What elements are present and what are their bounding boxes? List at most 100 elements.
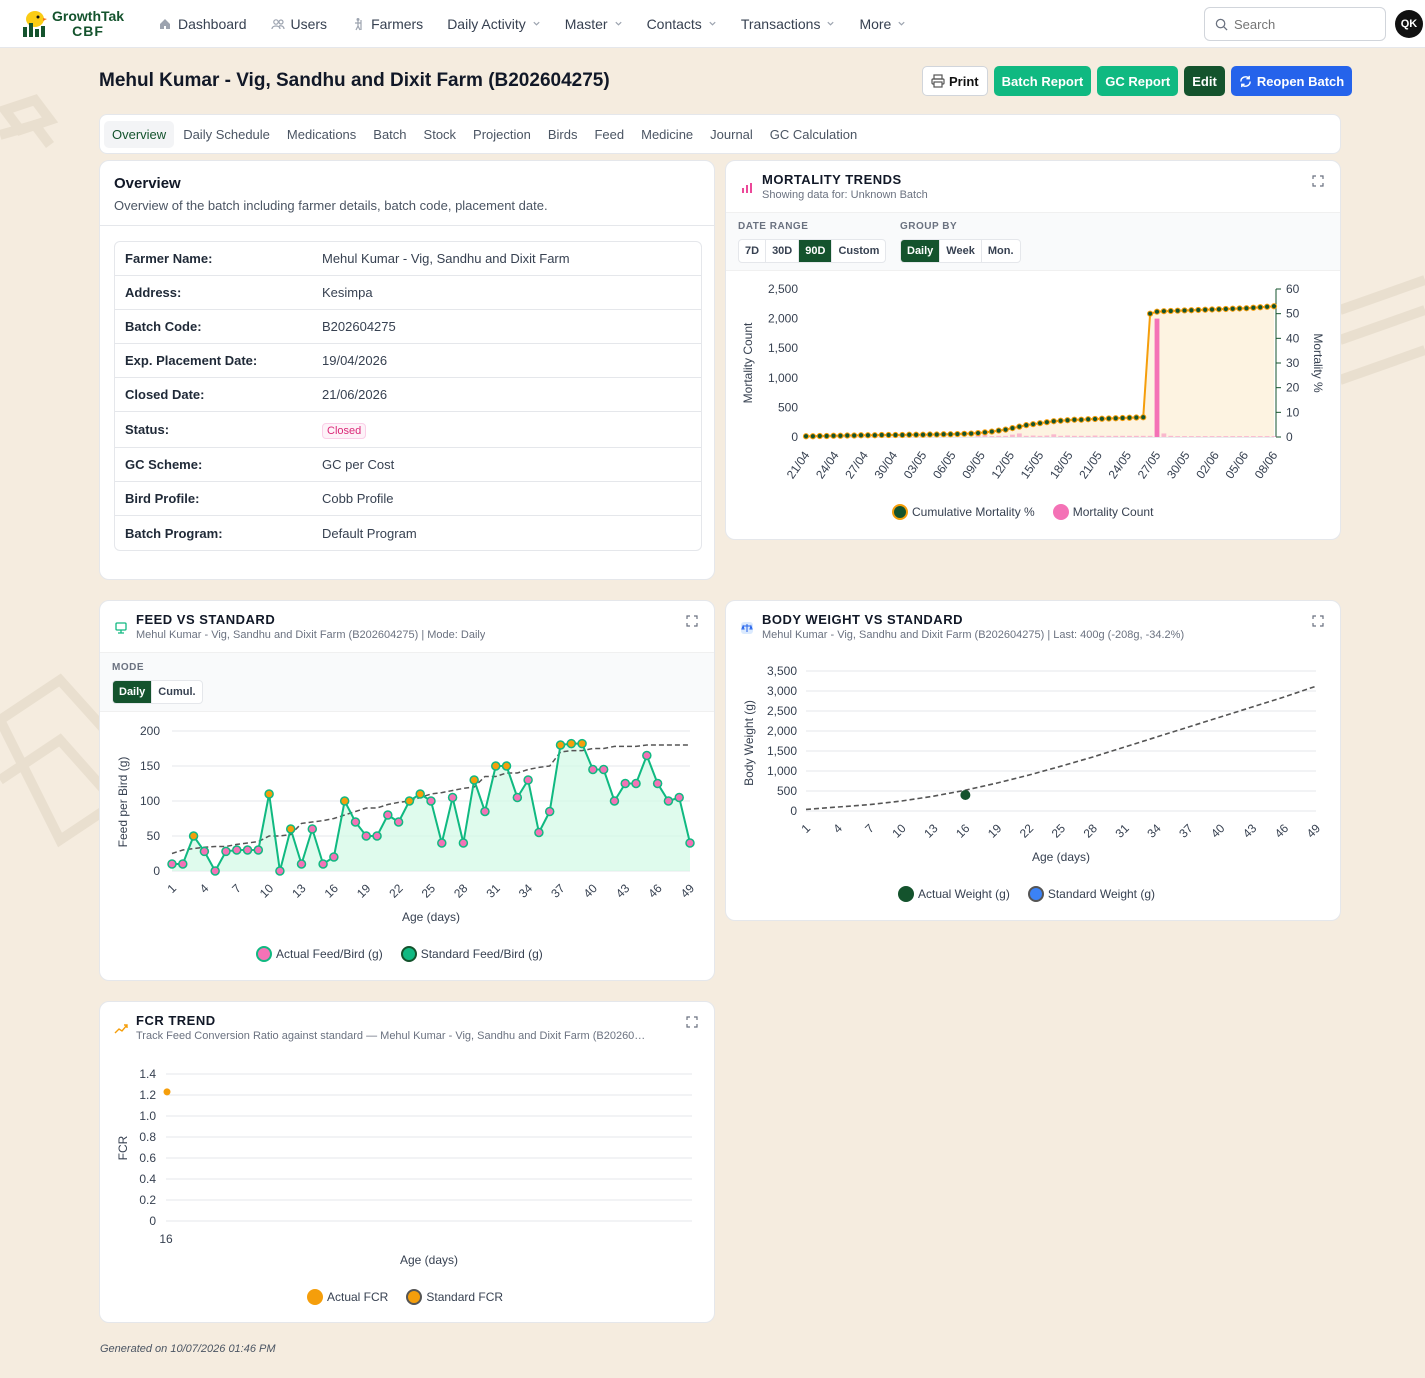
body-weight-card: BODY WEIGHT VS STANDARD Mehul Kumar - Vi… — [725, 600, 1341, 921]
nav-item-farmers[interactable]: Farmers — [351, 0, 423, 48]
legend-item-cumulative-mortality[interactable]: Cumulative Mortality % — [892, 504, 1035, 520]
mortality-bar — [1003, 435, 1008, 437]
tab-gc-calculation[interactable]: GC Calculation — [762, 121, 865, 148]
group-by-option-mon[interactable]: Mon. — [982, 240, 1020, 262]
mode-option-cumul[interactable]: Cumul. — [152, 681, 201, 703]
tab-projection[interactable]: Projection — [465, 121, 539, 148]
chevron-down-icon — [709, 21, 716, 26]
legend-item-standard-weight[interactable]: Standard Weight (g) — [1027, 886, 1155, 902]
legend-item-actual-feed[interactable]: Actual Feed/Bird (g) — [256, 946, 383, 962]
mortality-bar — [1154, 318, 1160, 437]
nav-item-label: Daily Activity — [447, 15, 526, 32]
actual-feed-point — [383, 810, 393, 820]
expand-icon[interactable] — [686, 615, 698, 627]
date-range-option-custom[interactable]: Custom — [832, 240, 885, 262]
edit-button[interactable]: Edit — [1184, 66, 1225, 96]
cumulative-point — [857, 432, 865, 439]
cumulative-point — [1229, 305, 1236, 312]
mortality-bar — [1023, 435, 1029, 437]
tab-overview[interactable]: Overview — [104, 120, 175, 148]
legend-item-mortality-count[interactable]: Mortality Count — [1052, 504, 1153, 520]
nav-item-users[interactable]: Users — [270, 0, 327, 48]
cumulative-point — [1264, 303, 1271, 310]
group-by-option-daily[interactable]: Daily — [901, 240, 941, 262]
batch-tabs: Overview Daily Schedule Medications Batch St… — [99, 114, 1341, 154]
mortality-bar — [1257, 436, 1263, 437]
nav-item-label: Farmers — [371, 15, 424, 32]
mortality-bar — [996, 435, 1002, 437]
x-tick-label: 4 — [830, 821, 845, 836]
date-range-option-30d[interactable]: 30D — [766, 240, 800, 262]
actual-feed-point — [210, 866, 220, 876]
tab-feed[interactable]: Feed — [586, 121, 632, 148]
cumulative-point — [878, 431, 885, 439]
field-value: B202604275 — [322, 319, 396, 334]
search-input[interactable] — [1234, 16, 1374, 32]
refresh-icon — [1239, 75, 1251, 87]
tab-daily-schedule[interactable]: Daily Schedule — [175, 121, 278, 148]
field-value: 21/06/2026 — [322, 387, 388, 402]
mode-option-daily[interactable]: Daily — [113, 681, 153, 703]
search-box[interactable] — [1204, 7, 1386, 41]
actual-feed-point — [178, 859, 188, 869]
user-avatar[interactable]: QK — [1395, 10, 1423, 38]
mortality-bar — [1106, 435, 1112, 437]
tab-journal[interactable]: Journal — [702, 121, 761, 148]
nav-item-daily-activity[interactable]: Daily Activity — [447, 0, 541, 48]
x-tick-label: 16 — [159, 1232, 173, 1246]
field-value: Mehul Kumar - Vig, Sandhu and Dixit Farm — [322, 251, 570, 266]
legend-item-actual-weight[interactable]: Actual Weight (g) — [898, 886, 1010, 902]
nav-item-master[interactable]: Master — [565, 0, 623, 48]
x-tick-label: 49 — [1304, 821, 1324, 841]
reopen-batch-label: Reopen Batch — [1256, 73, 1345, 89]
y-axis-title: Body Weight (g) — [742, 700, 756, 786]
legend-label: Standard Feed/Bird (g) — [420, 947, 543, 961]
nav-item-contacts[interactable]: Contacts — [647, 0, 717, 48]
group-by-option-week[interactable]: Week — [940, 240, 982, 262]
expand-icon[interactable] — [686, 1016, 698, 1028]
mortality-bar — [1264, 436, 1270, 437]
feed-controls: MODE Daily Cumul. — [100, 652, 714, 712]
y-tick-label: 200 — [140, 724, 160, 738]
field-label: GC Scheme: — [125, 457, 203, 472]
legend-item-actual-fcr[interactable]: Actual FCR — [307, 1289, 388, 1305]
legend-item-standard-feed[interactable]: Standard Feed/Bird (g) — [400, 946, 543, 962]
nav-item-transactions[interactable]: Transactions — [741, 0, 836, 48]
cumulative-point — [1133, 414, 1140, 421]
app-logo[interactable]: GrowthTak CBF — [20, 8, 150, 39]
x-tick-label: 24/05 — [1106, 448, 1135, 481]
actual-feed-point — [372, 831, 382, 841]
cumulative-point — [1181, 307, 1188, 314]
actual-feed-point — [350, 817, 361, 827]
fcr-chart: 0 0.2 0.4 0.6 0.8 1.0 1.2 1.4 FCR 16 Age (days) — [116, 1067, 692, 1267]
x-tick-label: 21/04 — [784, 448, 813, 481]
x-tick-label: 15/05 — [1018, 448, 1047, 481]
legend-item-standard-fcr[interactable]: Standard FCR — [406, 1289, 503, 1305]
cumulative-point — [926, 431, 933, 438]
tab-medications[interactable]: Medications — [279, 121, 364, 148]
cumulative-point — [802, 433, 810, 440]
tab-birds[interactable]: Birds — [540, 121, 586, 148]
batch-report-button[interactable]: Batch Report — [993, 66, 1092, 96]
reopen-batch-button[interactable]: Reopen Batch — [1230, 66, 1353, 96]
nav-item-dashboard[interactable]: Dashboard — [158, 0, 247, 48]
mortality-bar — [1072, 435, 1077, 437]
print-button[interactable]: Print — [922, 66, 988, 96]
mortality-bar — [1161, 433, 1167, 437]
farmer-icon — [355, 17, 362, 30]
cumulative-point — [823, 432, 830, 440]
tab-batch[interactable]: Batch — [365, 121, 414, 148]
date-range-option-90d[interactable]: 90D — [799, 240, 833, 262]
expand-icon[interactable] — [1312, 175, 1324, 187]
date-range-option-7d[interactable]: 7D — [739, 240, 767, 262]
tab-stock[interactable]: Stock — [416, 121, 465, 148]
legend-label: Cumulative Mortality % — [912, 505, 1035, 519]
x-tick-label: 13 — [921, 821, 941, 841]
gc-report-button[interactable]: GC Report — [1097, 66, 1179, 96]
mode-selector: Daily Cumul. — [112, 680, 203, 704]
mortality-bar — [1127, 435, 1132, 437]
nav-item-more[interactable]: More — [859, 0, 906, 48]
fcr-trend-card: FCR TREND Track Feed Conversion Ratio ag… — [99, 1001, 715, 1323]
expand-icon[interactable] — [1312, 615, 1324, 627]
tab-medicine[interactable]: Medicine — [633, 121, 701, 148]
